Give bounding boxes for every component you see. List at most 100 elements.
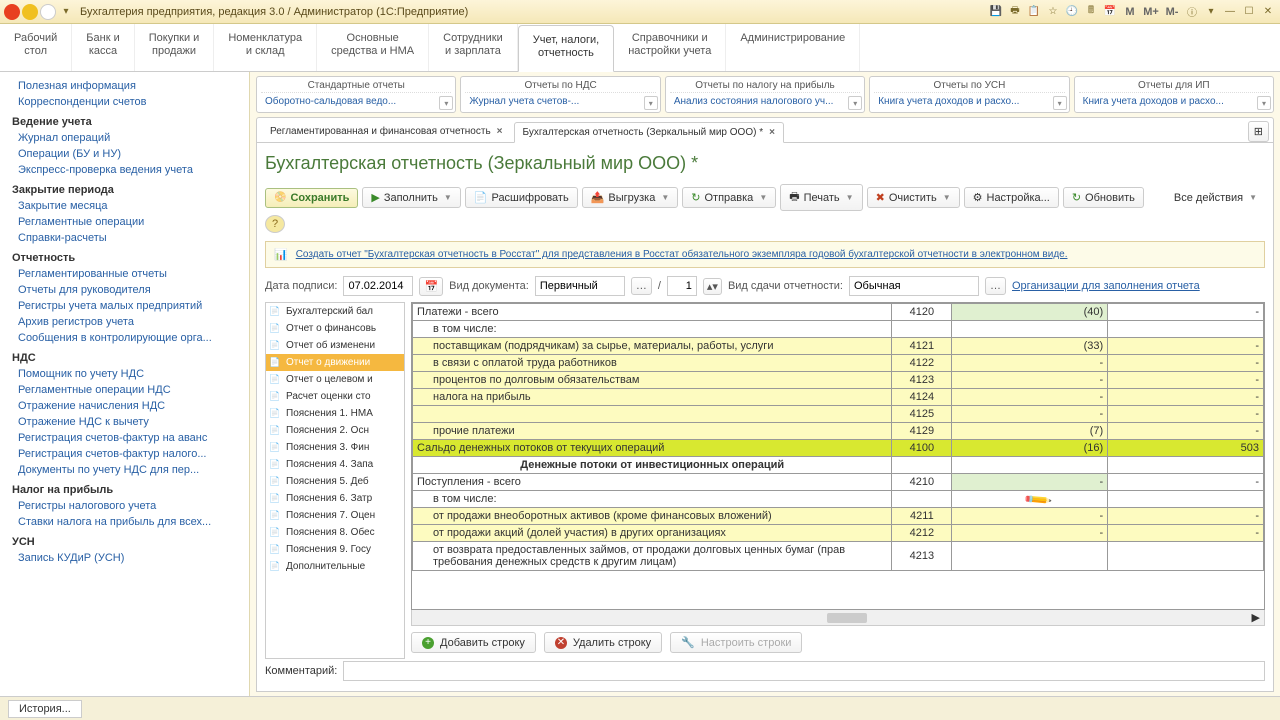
chevron-down-icon[interactable]: ▾ bbox=[439, 96, 453, 110]
nav-tab-6[interactable]: Учет, налоги,отчетность bbox=[518, 25, 614, 72]
cell-value2[interactable]: - bbox=[1108, 304, 1264, 321]
close-tab-icon[interactable]: × bbox=[769, 127, 775, 138]
app-icon-1[interactable] bbox=[4, 4, 20, 20]
report-category-item[interactable]: Книга учета доходов и расхо... bbox=[1079, 93, 1269, 110]
document-tab[interactable]: Регламентированная и финансовая отчетнос… bbox=[261, 121, 512, 142]
minimize-icon[interactable]: ― bbox=[1222, 4, 1238, 20]
nav-tab-2[interactable]: Покупки ипродажи bbox=[135, 24, 215, 71]
document-tab[interactable]: Бухгалтерская отчетность (Зеркальный мир… bbox=[514, 122, 784, 143]
cell-value2[interactable]: - bbox=[1108, 508, 1264, 525]
star-icon[interactable]: ☆ bbox=[1045, 4, 1061, 20]
close-tab-icon[interactable]: × bbox=[497, 126, 503, 137]
nav-tab-0[interactable]: Рабочийстол bbox=[0, 24, 72, 71]
cell-value2[interactable]: - bbox=[1108, 406, 1264, 423]
info-icon[interactable]: ⓘ bbox=[1184, 4, 1200, 20]
report-category-item[interactable]: Книга учета доходов и расхо... bbox=[874, 93, 1064, 110]
date-input[interactable] bbox=[343, 276, 413, 296]
cell-value1[interactable]: (40) bbox=[952, 304, 1108, 321]
sidebar-item[interactable]: Регистры налогового учета bbox=[0, 498, 249, 514]
cell-value2[interactable]: - bbox=[1108, 389, 1264, 406]
cell-name[interactable]: процентов по долговым обязательствам bbox=[413, 372, 892, 389]
calendar-icon[interactable]: 📅 bbox=[1102, 4, 1118, 20]
doc-icon[interactable]: 📋 bbox=[1026, 4, 1042, 20]
cell-name[interactable]: в том числе: bbox=[413, 321, 892, 338]
cell-value2[interactable]: 503 bbox=[1108, 440, 1264, 457]
dd2-icon[interactable]: ▾ bbox=[1203, 4, 1219, 20]
cell-value1[interactable]: (7) bbox=[952, 423, 1108, 440]
sidebar-item[interactable]: Архив регистров учета bbox=[0, 314, 249, 330]
grid-scroll[interactable]: Платежи - всего4120(40)-в том числе:пост… bbox=[411, 302, 1265, 610]
report-tree-item[interactable]: Пояснения 7. Оцен bbox=[266, 507, 404, 524]
print-button[interactable]: 🖶Печать▼ bbox=[780, 184, 862, 211]
dropdown-icon[interactable]: ▾ bbox=[58, 4, 74, 20]
table-row[interactable]: Сальдо денежных потоков от текущих опера… bbox=[413, 440, 1264, 457]
cell-value2[interactable] bbox=[1108, 491, 1264, 508]
report-tree-item[interactable]: Пояснения 3. Фин bbox=[266, 439, 404, 456]
report-tree-item[interactable]: Расчет оценки сто bbox=[266, 388, 404, 405]
sidebar-item[interactable]: Сообщения в контролирующие орга... bbox=[0, 330, 249, 346]
cell-name[interactable]: налога на прибыль bbox=[413, 389, 892, 406]
report-tree-item[interactable]: Пояснения 1. НМА bbox=[266, 405, 404, 422]
sidebar-item[interactable]: Корреспонденции счетов bbox=[0, 94, 249, 110]
sidebar-item[interactable]: Ставки налога на прибыль для всех... bbox=[0, 514, 249, 530]
nav-tab-1[interactable]: Банк икасса bbox=[72, 24, 134, 71]
submit-select-button[interactable]: … bbox=[985, 277, 1006, 295]
table-row[interactable]: от продажи акций (долей участия) в други… bbox=[413, 525, 1264, 542]
config-rows-button[interactable]: 🔧Настроить строки bbox=[670, 632, 802, 653]
setup-button[interactable]: ⚙Настройка... bbox=[964, 187, 1059, 208]
sidebar-item[interactable]: Документы по учету НДС для пер... bbox=[0, 462, 249, 478]
chevron-down-icon[interactable]: ▾ bbox=[1053, 96, 1067, 110]
sidebar-item[interactable]: Операции (БУ и НУ) bbox=[0, 146, 249, 162]
cell-value2[interactable] bbox=[1108, 542, 1264, 571]
report-category-item[interactable]: Оборотно-сальдовая ведо... bbox=[261, 93, 451, 110]
cell-name[interactable]: прочие платежи bbox=[413, 423, 892, 440]
delete-row-button[interactable]: ✕Удалить строку bbox=[544, 632, 662, 653]
cell-name[interactable]: от продажи внеоборотных активов (кроме ф… bbox=[413, 508, 892, 525]
sidebar-item[interactable]: Журнал операций bbox=[0, 130, 249, 146]
sidebar-item[interactable]: Регламентированные отчеты bbox=[0, 266, 249, 282]
report-tree-item[interactable]: Отчет об изменени bbox=[266, 337, 404, 354]
table-row[interactable]: налога на прибыль4124-- bbox=[413, 389, 1264, 406]
cell-name[interactable]: Поступления - всего bbox=[413, 474, 892, 491]
doctype-select-button[interactable]: … bbox=[631, 277, 652, 295]
nav-tab-5[interactable]: Сотрудникии зарплата bbox=[429, 24, 518, 71]
sidebar-item[interactable]: Регистрация счетов-фактур на аванс bbox=[0, 430, 249, 446]
calc-icon[interactable]: 🖩 bbox=[1083, 4, 1099, 20]
sidebar-item[interactable]: Закрытие месяца bbox=[0, 198, 249, 214]
cell-name[interactable]: Платежи - всего bbox=[413, 304, 892, 321]
report-tree-item[interactable]: Пояснения 9. Госу bbox=[266, 541, 404, 558]
report-tree-item[interactable]: Отчет о целевом и bbox=[266, 371, 404, 388]
cell-value1[interactable]: - bbox=[952, 406, 1108, 423]
num-spinner[interactable]: ▴▾ bbox=[703, 278, 722, 295]
cell-value1[interactable]: - bbox=[952, 474, 1108, 491]
report-category-item[interactable]: Журнал учета счетов-... bbox=[465, 93, 655, 110]
cell-value1[interactable] bbox=[952, 457, 1108, 474]
cell-name[interactable]: в том числе: bbox=[413, 491, 892, 508]
cell-name[interactable]: от продажи акций (долей участия) в други… bbox=[413, 525, 892, 542]
sidebar-item[interactable]: Отражение начисления НДС bbox=[0, 398, 249, 414]
all-actions-button[interactable]: Все действия▼ bbox=[1166, 189, 1265, 207]
save-icon[interactable]: 💾 bbox=[988, 4, 1004, 20]
cell-value1[interactable] bbox=[952, 491, 1108, 508]
cell-value1[interactable]: - bbox=[952, 525, 1108, 542]
table-row[interactable]: процентов по долговым обязательствам4123… bbox=[413, 372, 1264, 389]
cell-name[interactable]: Денежные потоки от инвестиционных операц… bbox=[413, 457, 892, 474]
report-tree-item[interactable]: Бухгалтерский бал bbox=[266, 303, 404, 320]
cell-value2[interactable] bbox=[1108, 457, 1264, 474]
sidebar-item[interactable]: Запись КУДиР (УСН) bbox=[0, 550, 249, 566]
nav-tab-7[interactable]: Справочники инастройки учета bbox=[614, 24, 726, 71]
print-icon[interactable]: 🖶 bbox=[1007, 4, 1023, 20]
report-tree-item[interactable]: Отчет о финансовь bbox=[266, 320, 404, 337]
report-tree-item[interactable]: Пояснения 2. Осн bbox=[266, 422, 404, 439]
cell-value2[interactable] bbox=[1108, 321, 1264, 338]
cell-value1[interactable]: (16) bbox=[952, 440, 1108, 457]
export-button[interactable]: 📤Выгрузка▼ bbox=[582, 187, 679, 208]
cell-name[interactable]: в связи с оплатой труда работников bbox=[413, 355, 892, 372]
decode-button[interactable]: 📄Расшифровать bbox=[465, 187, 578, 208]
cell-value1[interactable]: - bbox=[952, 372, 1108, 389]
cell-value2[interactable]: - bbox=[1108, 525, 1264, 542]
table-row[interactable]: Денежные потоки от инвестиционных операц… bbox=[413, 457, 1264, 474]
cell-name[interactable]: поставщикам (подрядчикам) за сырье, мате… bbox=[413, 338, 892, 355]
cell-value2[interactable]: - bbox=[1108, 372, 1264, 389]
sidebar-item[interactable]: Справки-расчеты bbox=[0, 230, 249, 246]
